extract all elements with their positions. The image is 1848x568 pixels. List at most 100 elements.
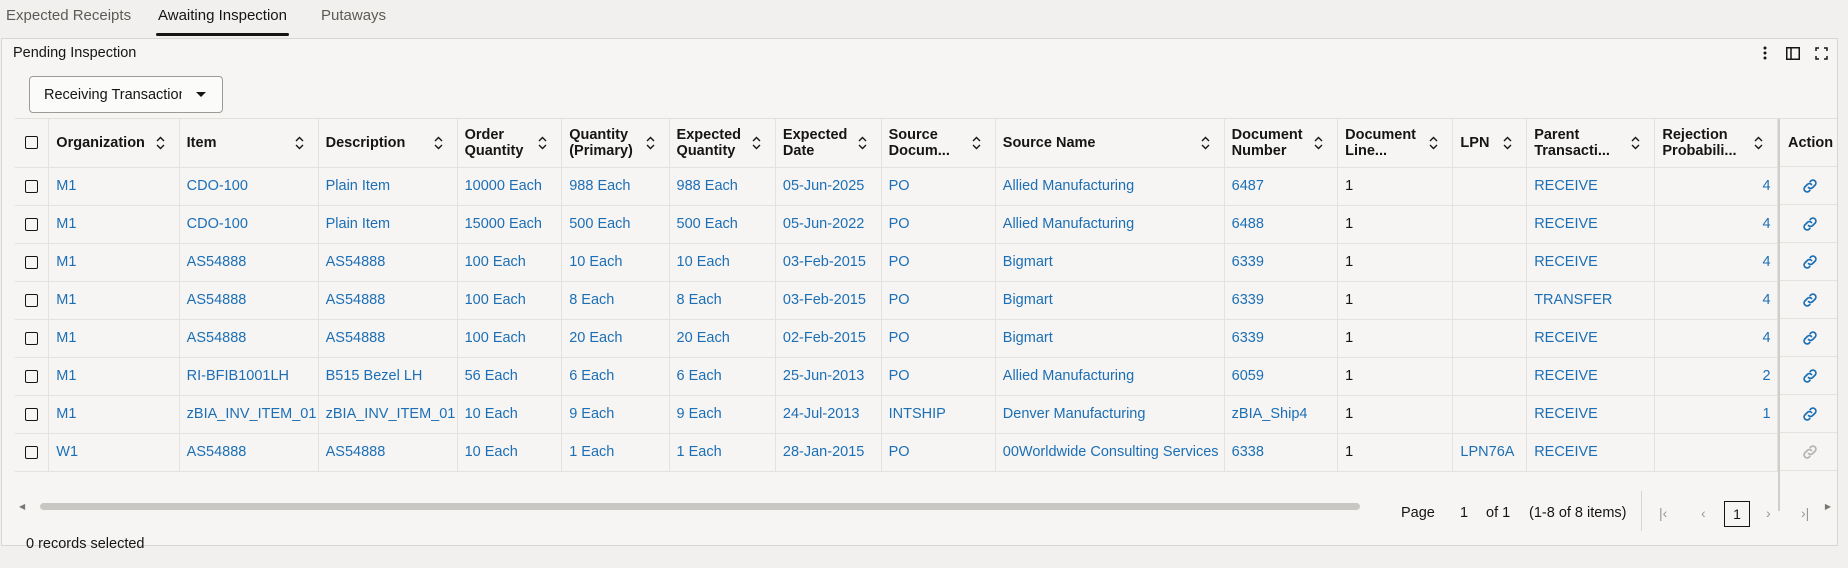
item-cell[interactable]: AS54888	[179, 319, 319, 358]
parent-transaction-cell[interactable]: RECEIVE	[1526, 205, 1656, 244]
rejection-probability-cell[interactable]	[1654, 433, 1778, 472]
sort-icon[interactable]	[972, 135, 981, 151]
organization-cell[interactable]: M1	[48, 319, 180, 358]
document-number-cell[interactable]: 6059	[1224, 357, 1339, 396]
sort-icon[interactable]	[1503, 135, 1512, 151]
rejection-probability-cell[interactable]: 4	[1654, 281, 1778, 320]
link-icon[interactable]	[1780, 395, 1837, 433]
quantity-primary-cell[interactable]: 9 Each	[561, 395, 670, 434]
link-icon[interactable]	[1780, 167, 1837, 205]
scroll-left-icon[interactable]: ◀	[19, 502, 25, 511]
expected-quantity-cell[interactable]: 8 Each	[669, 281, 776, 320]
description-cell[interactable]: AS54888	[318, 243, 458, 282]
order-quantity-cell[interactable]: 56 Each	[457, 357, 563, 396]
quantity-primary-cell[interactable]: 1 Each	[561, 433, 670, 472]
organization-cell[interactable]: W1	[48, 433, 180, 472]
expected-date-cell[interactable]: 24-Jul-2013	[775, 395, 882, 434]
scrollbar-thumb[interactable]	[40, 503, 1360, 510]
quantity-primary-cell[interactable]: 10 Each	[561, 243, 670, 282]
order-quantity-cell[interactable]: 100 Each	[457, 281, 563, 320]
expected-date-cell[interactable]: 05-Jun-2025	[775, 167, 882, 206]
column-header[interactable]: Expected Date	[775, 119, 882, 168]
organization-cell[interactable]: M1	[48, 395, 180, 434]
source-document-cell[interactable]: PO	[881, 205, 996, 244]
source-document-cell[interactable]: PO	[881, 357, 996, 396]
sort-icon[interactable]	[156, 135, 165, 151]
organization-cell[interactable]: M1	[48, 281, 180, 320]
rejection-probability-cell[interactable]: 2	[1654, 357, 1778, 396]
document-number-cell[interactable]: 6338	[1224, 433, 1339, 472]
quantity-primary-cell[interactable]: 8 Each	[561, 281, 670, 320]
organization-cell[interactable]: M1	[48, 167, 180, 206]
parent-transaction-cell[interactable]: RECEIVE	[1526, 243, 1656, 282]
organization-cell[interactable]: M1	[48, 357, 180, 396]
table-row[interactable]: M1 CDO-100 Plain Item 10000 Each 988 Each 988…	[15, 167, 1837, 206]
expected-quantity-cell[interactable]: 6 Each	[669, 357, 776, 396]
sort-icon[interactable]	[434, 135, 443, 151]
order-quantity-cell[interactable]: 15000 Each	[457, 205, 563, 244]
column-header[interactable]: LPN	[1452, 119, 1528, 168]
item-cell[interactable]: RI-BFIB1001LH	[179, 357, 319, 396]
page-input[interactable]: 1	[1460, 505, 1468, 521]
quantity-primary-cell[interactable]: 988 Each	[561, 167, 670, 206]
expected-quantity-cell[interactable]: 988 Each	[669, 167, 776, 206]
source-name-cell[interactable]: 00Worldwide Consulting Services	[995, 433, 1225, 472]
row-checkbox[interactable]	[15, 433, 50, 472]
next-page-icon[interactable]: ›	[1766, 505, 1771, 521]
row-checkbox[interactable]	[15, 357, 50, 396]
document-number-cell[interactable]: 6339	[1224, 243, 1339, 282]
last-page-icon[interactable]: ›|	[1801, 505, 1809, 521]
row-checkbox[interactable]	[15, 243, 50, 282]
parent-transaction-cell[interactable]: RECEIVE	[1526, 357, 1656, 396]
source-document-cell[interactable]: PO	[881, 167, 996, 206]
column-header[interactable]: Parent Transacti...	[1526, 119, 1656, 168]
expected-date-cell[interactable]: 03-Feb-2015	[775, 281, 882, 320]
item-cell[interactable]: AS54888	[179, 433, 319, 472]
sort-icon[interactable]	[1754, 135, 1763, 151]
column-header[interactable]: Quantity (Primary)	[561, 119, 670, 168]
sort-icon[interactable]	[1201, 135, 1210, 151]
order-quantity-cell[interactable]: 10 Each	[457, 433, 563, 472]
source-name-cell[interactable]: Allied Manufacturing	[995, 167, 1225, 206]
panel-layout-icon[interactable]	[1785, 45, 1801, 61]
column-header[interactable]: Expected Quantity	[669, 119, 776, 168]
lpn-cell[interactable]	[1452, 167, 1528, 206]
tab-awaiting-inspection[interactable]: Awaiting Inspection	[156, 0, 289, 36]
row-checkbox[interactable]	[15, 395, 50, 434]
item-cell[interactable]: AS54888	[179, 243, 319, 282]
row-checkbox[interactable]	[15, 281, 50, 320]
description-cell[interactable]: AS54888	[318, 433, 458, 472]
expected-date-cell[interactable]: 03-Feb-2015	[775, 243, 882, 282]
expected-date-cell[interactable]: 02-Feb-2015	[775, 319, 882, 358]
link-icon[interactable]	[1780, 319, 1837, 357]
more-vertical-icon[interactable]	[1757, 45, 1773, 61]
source-document-cell[interactable]: PO	[881, 433, 996, 472]
tab-putaways[interactable]: Putaways	[321, 0, 386, 36]
column-header[interactable]: Source Docum...	[881, 119, 996, 168]
expected-quantity-cell[interactable]: 20 Each	[669, 319, 776, 358]
table-row[interactable]: W1 AS54888 AS54888 10 Each 1 Each 1 Each 28-Ja…	[15, 433, 1837, 472]
table-row[interactable]: M1 CDO-100 Plain Item 15000 Each 500 Each 500…	[15, 205, 1837, 244]
document-number-cell[interactable]: 6488	[1224, 205, 1339, 244]
lpn-cell[interactable]	[1452, 243, 1528, 282]
document-number-cell[interactable]: 6339	[1224, 319, 1339, 358]
expected-quantity-cell[interactable]: 9 Each	[669, 395, 776, 434]
order-quantity-cell[interactable]: 100 Each	[457, 243, 563, 282]
expected-quantity-cell[interactable]: 10 Each	[669, 243, 776, 282]
sort-icon[interactable]	[1429, 135, 1438, 151]
quantity-primary-cell[interactable]: 6 Each	[561, 357, 670, 396]
sort-icon[interactable]	[1314, 135, 1323, 151]
column-header[interactable]: Item	[179, 119, 319, 168]
previous-page-icon[interactable]: ‹	[1701, 505, 1706, 521]
source-document-cell[interactable]: PO	[881, 319, 996, 358]
item-cell[interactable]: CDO-100	[179, 205, 319, 244]
source-name-cell[interactable]: Bigmart	[995, 319, 1225, 358]
item-cell[interactable]: CDO-100	[179, 167, 319, 206]
scroll-right-icon[interactable]: ▶	[1825, 502, 1831, 511]
description-cell[interactable]: AS54888	[318, 281, 458, 320]
parent-transaction-cell[interactable]: TRANSFER	[1526, 281, 1656, 320]
lpn-cell[interactable]	[1452, 205, 1528, 244]
sort-icon[interactable]	[295, 135, 304, 151]
lpn-cell[interactable]	[1452, 395, 1528, 434]
tab-expected-receipts[interactable]: Expected Receipts	[6, 0, 131, 36]
